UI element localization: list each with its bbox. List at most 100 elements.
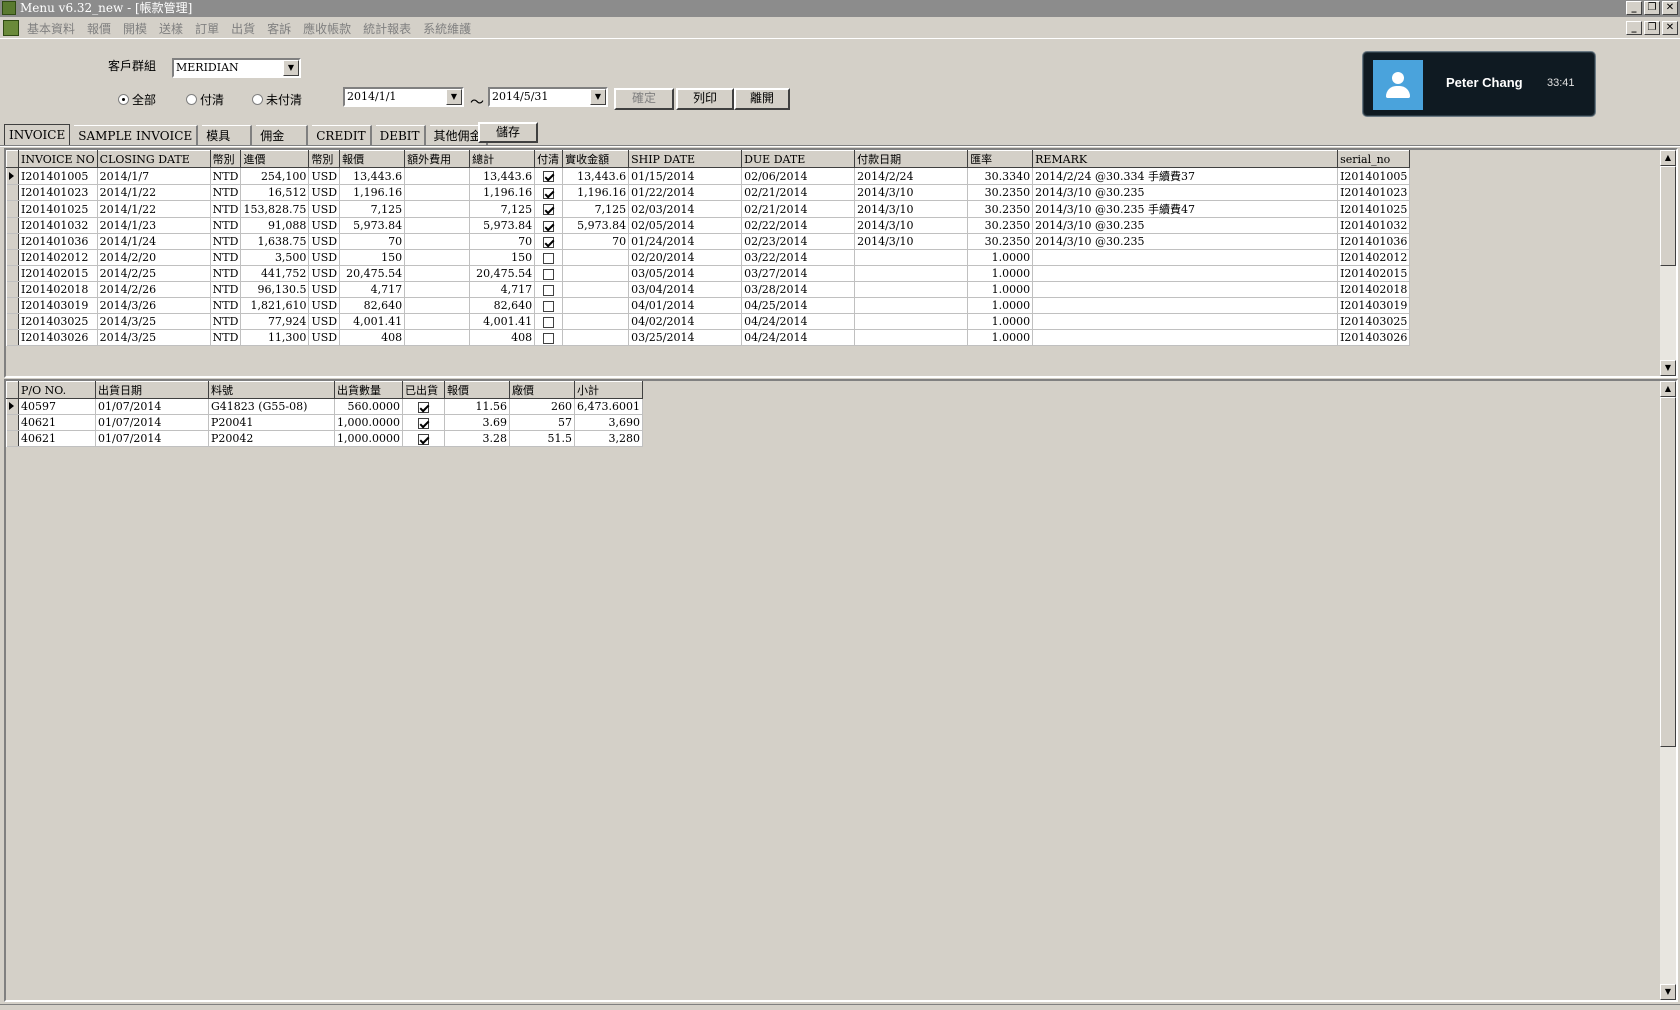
table-cell[interactable]: 1.0000 bbox=[967, 249, 1034, 266]
table-cell[interactable]: 2014/3/10 bbox=[854, 184, 969, 201]
table-cell[interactable]: 02/05/2014 bbox=[628, 217, 743, 234]
row-selector[interactable] bbox=[6, 281, 19, 298]
date-from-select[interactable]: 2014/1/1 ▼ bbox=[343, 87, 464, 107]
table-cell[interactable]: 1,638.75 bbox=[240, 233, 310, 250]
table-row[interactable]: 40597 01/07/2014 G41823 (G55-08) 560.0000 11… bbox=[6, 398, 643, 415]
table-cell[interactable]: 2014/3/26 bbox=[97, 297, 211, 314]
table-cell[interactable]: 02/03/2014 bbox=[628, 200, 743, 218]
table-cell[interactable]: 3,500 bbox=[240, 249, 310, 266]
table-cell[interactable] bbox=[854, 249, 969, 266]
table-cell[interactable]: 01/07/2014 bbox=[95, 398, 209, 415]
table-cell[interactable]: 30.2350 bbox=[967, 200, 1034, 218]
menu-complaint[interactable]: 客訴 bbox=[267, 20, 291, 37]
table-cell[interactable]: 7,125 bbox=[469, 200, 536, 218]
menu-reports[interactable]: 統計報表 bbox=[363, 20, 411, 37]
table-row[interactable]: I201403019 2014/3/26 NTD 1,821,610 USD 82,640… bbox=[6, 297, 1411, 314]
scroll-up-icon[interactable]: ▲ bbox=[1660, 150, 1676, 166]
table-cell[interactable]: I201401032 bbox=[1337, 217, 1411, 234]
table-cell[interactable]: 02/06/2014 bbox=[741, 167, 856, 185]
checkbox[interactable] bbox=[543, 300, 555, 312]
menu-basic-data[interactable]: 基本資料 bbox=[27, 20, 75, 37]
table-cell-checkbox[interactable] bbox=[534, 329, 564, 346]
column-header[interactable]: DUE DATE bbox=[741, 150, 856, 168]
table-cell[interactable]: 01/22/2014 bbox=[628, 184, 743, 201]
table-cell[interactable]: 11.56 bbox=[444, 398, 510, 415]
table-cell[interactable] bbox=[404, 297, 471, 314]
table-cell[interactable]: 1.0000 bbox=[967, 265, 1034, 282]
table-cell[interactable]: 2014/1/7 bbox=[97, 167, 211, 185]
table-cell[interactable]: 30.3340 bbox=[967, 167, 1034, 185]
table-cell[interactable]: 1,196.16 bbox=[469, 184, 536, 201]
table-cell[interactable]: I201403025 bbox=[1337, 313, 1411, 330]
table-cell[interactable]: 1,821,610 bbox=[240, 297, 310, 314]
table-cell[interactable] bbox=[404, 233, 471, 250]
table-cell[interactable]: 04/25/2014 bbox=[741, 297, 856, 314]
table-cell[interactable] bbox=[1032, 313, 1339, 330]
table-cell[interactable]: 2014/3/10 @30.235 bbox=[1032, 233, 1339, 250]
table-cell[interactable]: 1.0000 bbox=[967, 313, 1034, 330]
row-selector[interactable] bbox=[6, 217, 19, 234]
table-cell[interactable]: 02/23/2014 bbox=[741, 233, 856, 250]
table-row[interactable]: I201402012 2014/2/20 NTD 3,500 USD 150 150 02/2… bbox=[6, 249, 1411, 266]
table-cell[interactable]: I201401023 bbox=[18, 184, 98, 201]
checkbox[interactable] bbox=[417, 417, 429, 429]
table-cell[interactable] bbox=[562, 329, 630, 346]
table-cell-checkbox[interactable] bbox=[534, 167, 564, 185]
table-cell[interactable]: 04/24/2014 bbox=[741, 313, 856, 330]
column-header[interactable]: 廠價 bbox=[508, 381, 575, 399]
checkbox[interactable] bbox=[543, 171, 555, 182]
table-cell[interactable]: I201401005 bbox=[18, 167, 98, 185]
row-selector[interactable] bbox=[6, 430, 19, 447]
table-cell[interactable]: 30.2350 bbox=[967, 184, 1034, 201]
row-selector[interactable] bbox=[6, 265, 19, 282]
checkbox[interactable] bbox=[543, 268, 555, 280]
table-cell[interactable]: 01/24/2014 bbox=[628, 233, 743, 250]
checkbox[interactable] bbox=[543, 187, 555, 199]
table-cell[interactable]: 254,100 bbox=[240, 167, 310, 185]
radio-all[interactable]: 全部 bbox=[118, 91, 156, 108]
table-cell[interactable]: 4,717 bbox=[339, 281, 406, 298]
table-cell[interactable]: 02/21/2014 bbox=[741, 200, 856, 218]
checkbox[interactable] bbox=[543, 252, 555, 264]
table-cell[interactable]: NTD bbox=[210, 265, 242, 282]
column-header[interactable]: 出貨日期 bbox=[95, 381, 209, 399]
table-cell[interactable]: 2014/3/10 bbox=[854, 217, 969, 234]
table-cell[interactable] bbox=[854, 281, 969, 298]
table-cell[interactable]: 2014/2/24 bbox=[854, 167, 969, 185]
table-cell[interactable]: 2014/2/25 bbox=[97, 265, 211, 282]
column-header[interactable]: REMARK bbox=[1032, 150, 1339, 168]
table-cell[interactable]: 01/07/2014 bbox=[95, 430, 209, 447]
tab-sample-invoice[interactable]: SAMPLE INVOICE bbox=[74, 125, 199, 145]
table-cell[interactable]: I201403026 bbox=[1337, 329, 1411, 346]
checkbox[interactable] bbox=[543, 316, 555, 328]
table-cell[interactable] bbox=[404, 217, 471, 234]
table-cell[interactable]: NTD bbox=[210, 217, 242, 234]
table-cell[interactable]: 2014/3/10 bbox=[854, 200, 969, 218]
table-cell[interactable]: I201401036 bbox=[18, 233, 98, 250]
row-selector[interactable] bbox=[6, 297, 19, 314]
tab-credit[interactable]: CREDIT bbox=[312, 125, 372, 145]
table-row[interactable]: I201401023 2014/1/22 NTD 16,512 USD 1,196.16 1… bbox=[6, 184, 1411, 201]
table-cell[interactable] bbox=[404, 313, 471, 330]
menu-shipment[interactable]: 出貨 bbox=[231, 20, 255, 37]
table-cell[interactable]: 2014/3/25 bbox=[97, 329, 211, 346]
table-cell[interactable] bbox=[562, 281, 630, 298]
print-button[interactable]: 列印 bbox=[676, 88, 734, 110]
table-cell[interactable] bbox=[404, 265, 471, 282]
table-cell[interactable]: 1,000.0000 bbox=[334, 414, 403, 431]
table-cell[interactable] bbox=[562, 313, 630, 330]
table-cell-checkbox[interactable] bbox=[534, 281, 564, 298]
table-cell[interactable] bbox=[1032, 297, 1339, 314]
invoice-grid-scrollbar[interactable]: ▲ ▼ bbox=[1660, 150, 1676, 376]
table-cell[interactable]: USD bbox=[308, 297, 341, 314]
table-cell[interactable]: P20041 bbox=[208, 414, 335, 431]
restore-button[interactable]: ❐ bbox=[1644, 1, 1660, 15]
checkbox[interactable] bbox=[543, 236, 555, 248]
table-cell[interactable]: 03/04/2014 bbox=[628, 281, 743, 298]
table-cell[interactable]: 2014/3/10 bbox=[854, 233, 969, 250]
table-cell[interactable]: 20,475.54 bbox=[469, 265, 536, 282]
column-header[interactable]: serial_no bbox=[1337, 150, 1411, 168]
table-cell[interactable]: 03/27/2014 bbox=[741, 265, 856, 282]
column-header[interactable]: 已出貨 bbox=[401, 381, 445, 399]
column-header[interactable]: SHIP DATE bbox=[628, 150, 743, 168]
